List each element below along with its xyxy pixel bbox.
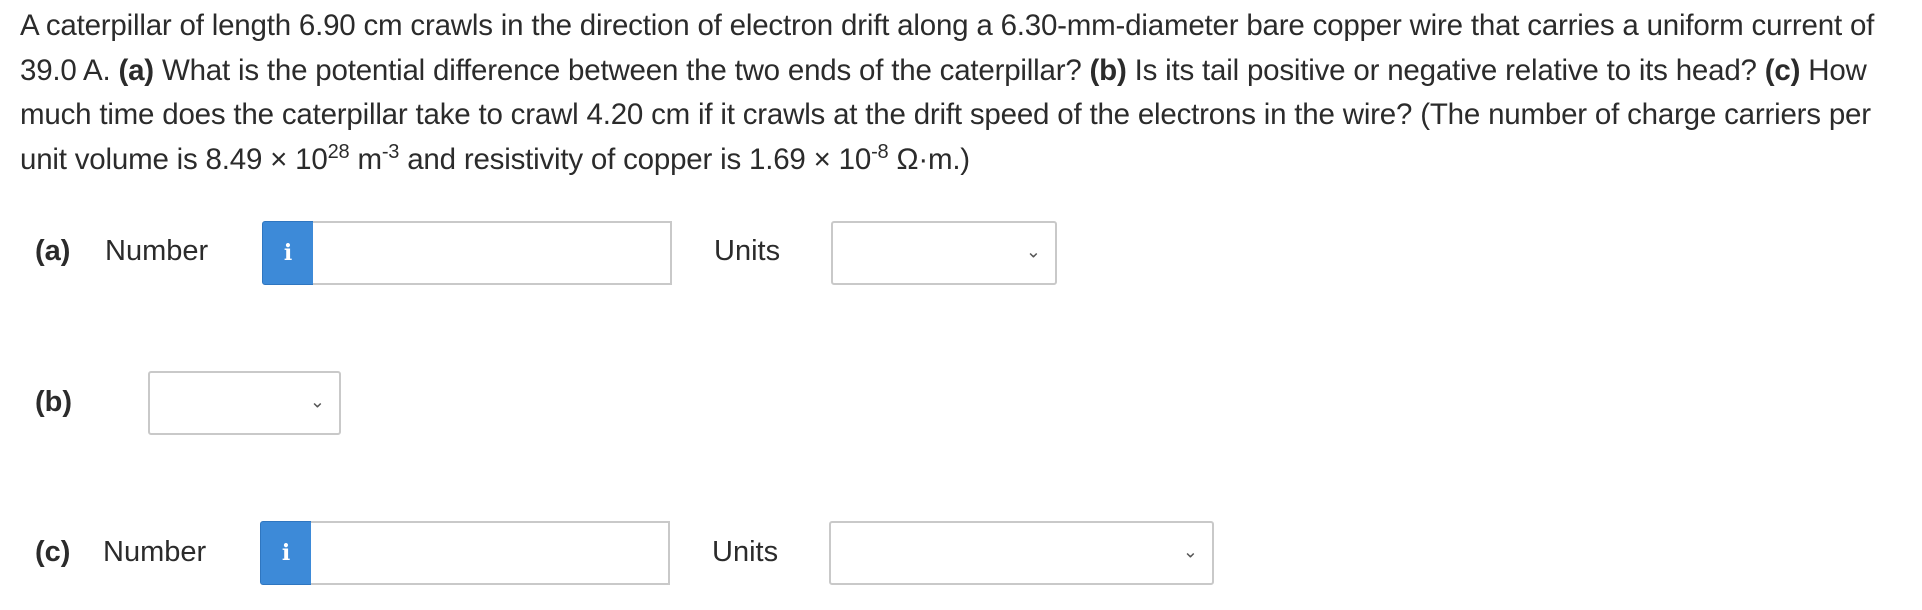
constants-exponent-1: 28	[327, 140, 350, 163]
chevron-down-icon: ⌄	[1182, 541, 1198, 563]
part-a-units-label: Units	[714, 235, 781, 267]
part-c-number-input[interactable]	[311, 521, 670, 585]
part-c-number-label: Number	[103, 536, 207, 568]
problem-statement: A caterpillar of length 6.90 cm crawls i…	[20, 4, 1900, 182]
info-icon-glyph: i	[281, 540, 291, 566]
constants-note-4: Ω·m.)	[888, 142, 970, 176]
info-icon[interactable]: i	[260, 521, 312, 585]
part-a-number-label: Number	[105, 235, 209, 267]
info-icon-glyph: i	[283, 240, 293, 266]
part-a-label: (a)	[35, 235, 71, 267]
part-b-label: (b)	[35, 386, 73, 418]
constants-exponent-2: -3	[381, 140, 400, 163]
constants-note-3: and resistivity of copper is 1.69 × 10	[399, 142, 872, 176]
constants-note-2: m	[349, 142, 382, 176]
part-b-select[interactable]: ⌄	[148, 371, 341, 435]
part-a-units-select[interactable]: ⌄	[831, 221, 1057, 285]
part-b-question: Is its tail positive or negative relativ…	[1134, 53, 1757, 87]
chevron-down-icon: ⌄	[309, 391, 325, 413]
chevron-down-icon: ⌄	[1025, 241, 1041, 263]
part-a-number-input[interactable]	[313, 221, 672, 285]
info-icon[interactable]: i	[262, 221, 314, 285]
part-c-units-select[interactable]: ⌄	[829, 521, 1214, 585]
part-c-units-label: Units	[712, 536, 779, 568]
constants-exponent-3: -8	[871, 140, 889, 163]
part-a-question: What is the potential difference between…	[161, 53, 1082, 87]
part-a-marker: (a)	[118, 53, 154, 87]
part-c-marker: (c)	[1764, 53, 1801, 87]
part-b-marker: (b)	[1089, 53, 1127, 87]
part-c-label: (c)	[35, 536, 71, 568]
